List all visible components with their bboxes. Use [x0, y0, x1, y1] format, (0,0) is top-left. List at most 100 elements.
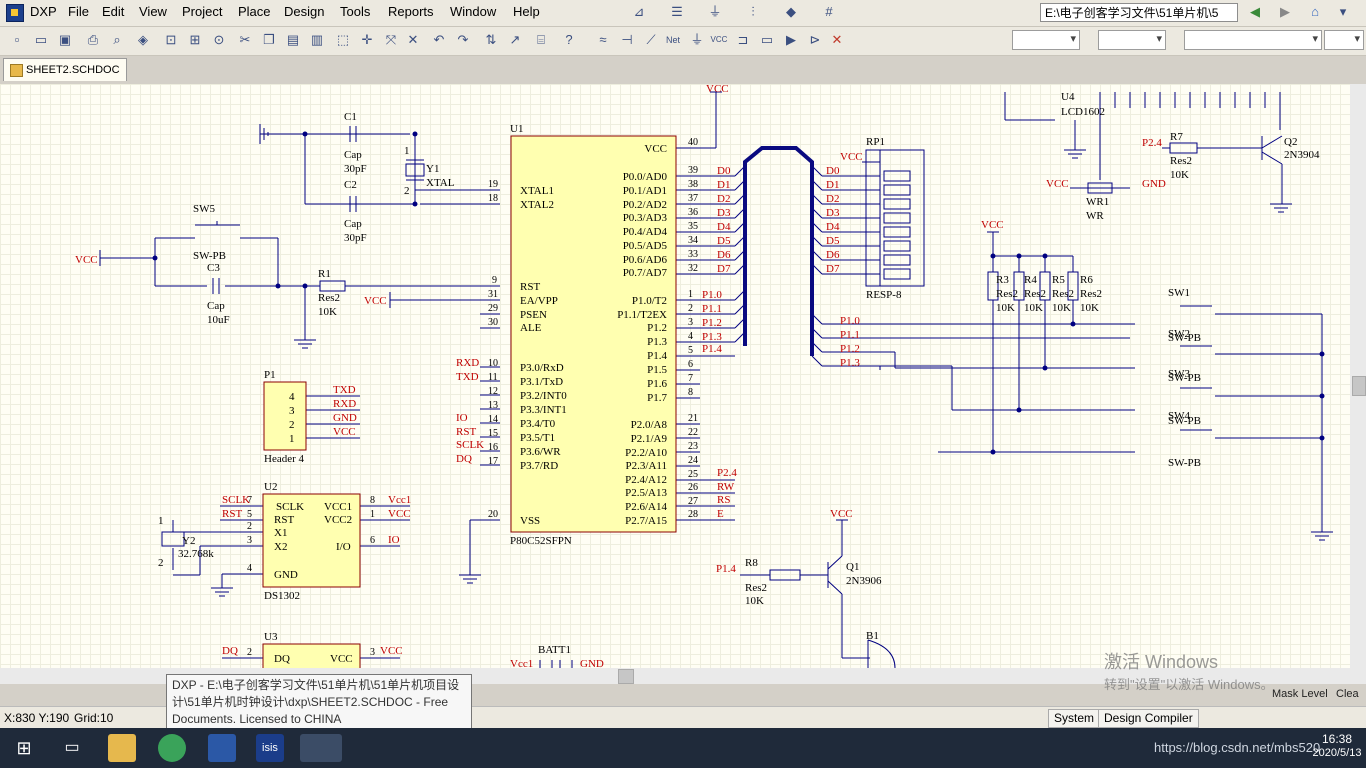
- file-explorer-icon[interactable]: [108, 734, 136, 762]
- u1-pin-num-36: 36: [688, 207, 698, 218]
- u1-pin-num-4: 4: [688, 331, 693, 342]
- place-part-icon[interactable]: ⊐: [734, 31, 752, 49]
- schematic-canvas[interactable]: U1 P80C52SFPN C1 Cap 30pF C2 Cap 30pF Y1…: [0, 84, 1350, 668]
- q2-part: 2N3904: [1284, 149, 1320, 161]
- u1-pin-num-3: 3: [688, 317, 693, 328]
- rubber-stamp-icon[interactable]: ▥: [308, 31, 326, 49]
- start-windows-icon[interactable]: ⊞: [10, 734, 38, 762]
- y2-pin2: 2: [158, 557, 164, 569]
- part-tool-icon[interactable]: ⫶: [744, 3, 762, 21]
- place-wire-icon[interactable]: ≈: [594, 31, 612, 49]
- u1-pin-num-37: 37: [688, 193, 698, 204]
- redo-icon[interactable]: ↷: [454, 31, 472, 49]
- menu-edit[interactable]: Edit: [100, 4, 126, 19]
- net-u2-vcc: VCC: [388, 508, 411, 520]
- design-compiler-panel-button[interactable]: Design Compiler: [1098, 709, 1199, 728]
- clear-button[interactable]: Clea: [1336, 688, 1359, 700]
- menu-place[interactable]: Place: [236, 4, 273, 19]
- bus-entry-icon[interactable]: ⟋: [642, 31, 660, 49]
- print-icon[interactable]: ⎙: [84, 31, 102, 49]
- browse-library-icon[interactable]: ⌸: [532, 31, 550, 49]
- net-u2-sclk: SCLK: [222, 494, 250, 506]
- horizontal-scroll-thumb[interactable]: [618, 669, 634, 684]
- menu-tools[interactable]: Tools: [338, 4, 372, 19]
- menu-help[interactable]: Help: [511, 4, 542, 19]
- clock-date[interactable]: 2020/5/13: [1312, 747, 1362, 759]
- home-icon[interactable]: ⌂: [1306, 3, 1324, 21]
- zoom-select-icon[interactable]: ⊙: [210, 31, 228, 49]
- net-d1-u1: D1: [717, 179, 730, 191]
- sheet-entry-icon[interactable]: ▶: [782, 31, 800, 49]
- select-area-icon[interactable]: ⬚: [334, 31, 352, 49]
- place-bus-icon[interactable]: ⊣: [618, 31, 636, 49]
- align-tool-icon[interactable]: ☰: [668, 3, 686, 21]
- toolbar-dropdown-4[interactable]: [1324, 30, 1364, 50]
- toolbar-dropdown-3[interactable]: [1184, 30, 1322, 50]
- new-file-icon[interactable]: ▫: [8, 31, 26, 49]
- activation-watermark-sub: 转到"设置"以激活 Windows。: [1104, 677, 1274, 692]
- toolbar-dropdown-1[interactable]: [1012, 30, 1080, 50]
- back-icon[interactable]: ◀: [1246, 3, 1264, 21]
- port-icon[interactable]: ⊳: [806, 31, 824, 49]
- u2-pin-vcc1: VCC1: [324, 501, 352, 513]
- help-icon[interactable]: ?: [560, 31, 578, 49]
- vertical-scroll-thumb[interactable]: [1352, 376, 1366, 396]
- cross-probe-icon[interactable]: ↗: [506, 31, 524, 49]
- zoom-fit-icon[interactable]: ⊡: [162, 31, 180, 49]
- save-icon[interactable]: ▣: [56, 31, 74, 49]
- gnd-port-icon[interactable]: ⏚: [688, 31, 706, 49]
- r6-value: 10K: [1080, 302, 1099, 314]
- menu-project[interactable]: Project: [180, 4, 224, 19]
- grid-icon[interactable]: #: [820, 3, 838, 21]
- deselect-icon[interactable]: ⤧: [382, 31, 400, 49]
- toolbar-dropdown-2[interactable]: [1098, 30, 1166, 50]
- net-label-icon[interactable]: Net: [664, 31, 682, 49]
- zoom-area-icon[interactable]: ⊞: [186, 31, 204, 49]
- clear-filter-icon[interactable]: ✕: [404, 31, 422, 49]
- u1-pin-num-8: 8: [688, 387, 693, 398]
- forward-icon[interactable]: ▶: [1276, 3, 1294, 21]
- drawing-tool-icon[interactable]: ◆: [782, 3, 800, 21]
- copy-icon[interactable]: ❐: [260, 31, 278, 49]
- u2-pin-num-3: 3: [247, 535, 252, 546]
- no-erc-icon[interactable]: ✕: [828, 31, 846, 49]
- u1-pin-name-4: P1.3: [647, 336, 667, 348]
- u2-pin-num-4: 4: [247, 563, 252, 574]
- cut-icon[interactable]: ✂: [236, 31, 254, 49]
- mask-level-button[interactable]: Mask Level: [1272, 688, 1328, 700]
- task-view-icon[interactable]: ▭: [58, 734, 86, 762]
- menu-view[interactable]: View: [137, 4, 169, 19]
- path-field[interactable]: E:\电子创客学习文件\51单片机\5: [1040, 3, 1238, 22]
- dxp-taskbar-icon[interactable]: [300, 734, 342, 762]
- undo-icon[interactable]: ↶: [430, 31, 448, 49]
- net-p1-4-r8: P1.4: [716, 563, 736, 575]
- browser-icon[interactable]: [158, 734, 186, 762]
- move-icon[interactable]: ✛: [358, 31, 376, 49]
- paste-icon[interactable]: ▤: [284, 31, 302, 49]
- system-panel-button[interactable]: System: [1048, 709, 1101, 728]
- menu-window[interactable]: Window: [448, 4, 498, 19]
- app-name[interactable]: DXP: [30, 4, 57, 19]
- u1-pin-num-39: 39: [688, 165, 698, 176]
- u1-pin-name-28: P2.7/A15: [625, 515, 667, 527]
- isis-icon[interactable]: isis: [256, 734, 284, 762]
- sheet-symbol-icon[interactable]: ▭: [758, 31, 776, 49]
- hierarchy-icon[interactable]: ⇅: [482, 31, 500, 49]
- net-d4-u1: D4: [717, 221, 731, 233]
- p1-ref: P1: [264, 369, 276, 381]
- print-preview-icon[interactable]: ⌕: [108, 31, 126, 49]
- u2-pin-num-5: 5: [247, 509, 252, 520]
- layers-icon[interactable]: ◈: [134, 31, 152, 49]
- wire-tool-icon[interactable]: ⊿: [630, 3, 648, 21]
- y2-pin1: 1: [158, 515, 164, 527]
- clock-time[interactable]: 16:38: [1312, 731, 1362, 747]
- power-port-icon[interactable]: ⏚: [706, 3, 724, 21]
- menu-design[interactable]: Design: [282, 4, 326, 19]
- favorites-icon[interactable]: ▾: [1334, 3, 1352, 21]
- tab-sheet2-schdoc[interactable]: SHEET2.SCHDOC: [3, 58, 127, 81]
- keil-icon[interactable]: [208, 734, 236, 762]
- menu-file[interactable]: File: [66, 4, 91, 19]
- menu-reports[interactable]: Reports: [386, 4, 436, 19]
- open-folder-icon[interactable]: ▭: [32, 31, 50, 49]
- vcc-port-icon[interactable]: VCC: [710, 31, 728, 49]
